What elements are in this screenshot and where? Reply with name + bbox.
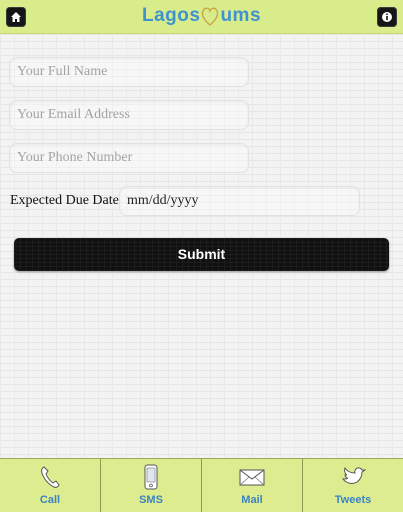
due-date-label: Expected Due Date [10,193,119,208]
tab-label-mail: Mail [241,494,263,506]
app-logo: Lagos ums [0,3,403,29]
email-input[interactable]: Your Email Address [9,100,249,130]
tab-label-call: Call [39,494,61,506]
mobile-icon [144,464,158,490]
heart-logo-icon [200,3,220,29]
tab-sms[interactable]: SMS [101,459,202,512]
tab-label-tweets: Tweets [334,494,372,506]
bottom-tab-bar: Call SMS Mail Tweets [0,458,403,512]
tab-mail[interactable]: Mail [202,459,303,512]
logo-text-lagos: Lagos [141,5,201,26]
info-icon [382,12,392,22]
submit-button[interactable]: Submit [14,238,389,271]
phone-icon [41,466,60,488]
info-button[interactable] [377,7,397,27]
full-name-input[interactable]: Your Full Name [9,57,249,87]
logo-text-ums: ums [220,5,262,26]
bird-icon [341,466,366,484]
due-date-input[interactable]: mm/dd/yyyy [119,186,360,216]
envelope-icon [239,469,265,486]
tab-call[interactable]: Call [0,459,101,512]
tab-tweets[interactable]: Tweets [303,459,403,512]
phone-input[interactable]: Your Phone Number [9,143,249,173]
tab-label-sms: SMS [139,494,163,506]
header-bar: Lagos ums [0,0,403,34]
